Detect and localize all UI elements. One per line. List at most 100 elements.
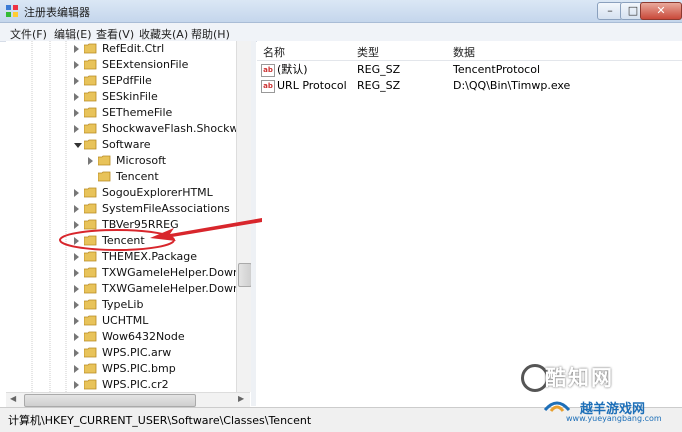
folder-icon — [84, 315, 97, 326]
expand-arrow-icon[interactable] — [74, 45, 79, 53]
tree-node[interactable]: Wow6432Node — [6, 329, 246, 345]
tree-node-label: UCHTML — [102, 314, 149, 327]
expand-arrow-icon[interactable] — [74, 365, 79, 373]
tree-node[interactable]: Microsoft — [6, 153, 246, 169]
menu-help[interactable]: 帮助(H) — [191, 26, 230, 42]
expand-arrow-icon[interactable] — [74, 317, 79, 325]
menu-file[interactable]: 文件(F) — [10, 26, 47, 42]
tree-node[interactable]: ShockwaveFlash.ShockwaveFl — [6, 121, 246, 137]
value-row[interactable]: ab URL Protocol REG_SZ D:\QQ\Bin\Timwp.e… — [257, 78, 682, 94]
vertical-scroll-thumb[interactable] — [238, 263, 252, 287]
tree-vertical-scrollbar[interactable] — [236, 41, 252, 392]
expand-arrow-icon[interactable] — [74, 189, 79, 197]
registry-key-tree[interactable]: RefEdit.Ctrl SEExtensionFile SEPdfFile SESk… — [6, 41, 247, 392]
string-value-icon: ab — [261, 80, 275, 93]
folder-icon — [98, 171, 111, 182]
tree-node-label: ShockwaveFlash.ShockwaveFl — [102, 122, 246, 135]
folder-icon — [84, 235, 97, 246]
tree-node[interactable]: SESkinFile — [6, 89, 246, 105]
pane-splitter[interactable] — [251, 41, 256, 406]
expand-arrow-icon[interactable] — [74, 301, 79, 309]
expand-arrow-icon[interactable] — [74, 61, 79, 69]
tree-node-label: THEMEX.Package — [102, 250, 198, 263]
folder-icon — [84, 379, 97, 390]
horizontal-scroll-thumb[interactable] — [24, 394, 196, 407]
value-data: TencentProtocol — [453, 63, 541, 76]
menu-favorites[interactable]: 收藏夹(A) — [139, 26, 188, 42]
tree-node-label: Tencent — [102, 234, 145, 247]
expand-arrow-icon[interactable] — [74, 253, 79, 261]
tree-node[interactable]: SystemFileAssociations — [6, 201, 246, 217]
tree-node-label: TXWGameIeHelper.Download — [102, 266, 246, 279]
scroll-right-icon[interactable]: ▶ — [238, 394, 244, 403]
tree-node-label: WPS.PIC.arw — [102, 346, 172, 359]
expand-arrow-icon[interactable] — [74, 349, 79, 357]
tree-node-label: TypeLib — [102, 298, 144, 311]
expand-arrow-icon[interactable] — [88, 157, 93, 165]
folder-icon — [84, 363, 97, 374]
tree-node[interactable]: SEThemeFile — [6, 105, 246, 121]
maximize-icon: □ — [627, 4, 639, 17]
tree-node-label: RefEdit.Ctrl — [102, 42, 165, 55]
status-key-path: 计算机\HKEY_CURRENT_USER\Software\Classes\T… — [8, 414, 312, 427]
tree-node-label: SEPdfFile — [102, 74, 152, 87]
expand-arrow-icon[interactable] — [74, 109, 79, 117]
expand-arrow-icon[interactable] — [74, 205, 79, 213]
watermark-brand: 酷知网 — [545, 366, 614, 390]
expand-arrow-icon[interactable] — [74, 381, 79, 389]
collapse-arrow-icon[interactable] — [74, 143, 82, 148]
tree-node[interactable]: Tencent — [6, 233, 246, 249]
folder-icon — [84, 107, 97, 118]
tree-node[interactable]: WPS.PIC.cr2 — [6, 377, 246, 392]
menu-view[interactable]: 查看(V) — [96, 26, 134, 42]
expand-arrow-icon[interactable] — [74, 269, 79, 277]
tree-node[interactable]: WPS.PIC.arw — [6, 345, 246, 361]
expand-arrow-icon[interactable] — [74, 221, 79, 229]
tree-node[interactable]: RefEdit.Ctrl — [6, 41, 246, 57]
column-header-name[interactable]: 名称 — [263, 44, 285, 60]
column-header-type[interactable]: 类型 — [357, 44, 379, 60]
expand-arrow-icon[interactable] — [74, 93, 79, 101]
expand-arrow-icon[interactable] — [74, 237, 79, 245]
menu-edit[interactable]: 编辑(E) — [54, 26, 92, 42]
folder-icon — [84, 139, 97, 150]
tree-node[interactable]: Tencent — [6, 169, 246, 185]
value-type: REG_SZ — [357, 79, 401, 92]
tree-node[interactable]: UCHTML — [6, 313, 246, 329]
tree-node[interactable]: SEPdfFile — [6, 73, 246, 89]
tree-node[interactable]: SogouExplorerHTML — [6, 185, 246, 201]
expand-arrow-icon[interactable] — [74, 285, 79, 293]
folder-icon — [84, 331, 97, 342]
value-type: REG_SZ — [357, 63, 401, 76]
tree-node-label: WPS.PIC.bmp — [102, 362, 176, 375]
tree-node[interactable]: TXWGameIeHelper.Download — [6, 281, 246, 297]
value-row[interactable]: ab (默认) REG_SZ TencentProtocol — [257, 62, 682, 78]
column-header-data[interactable]: 数据 — [453, 44, 475, 60]
string-value-icon: ab — [261, 64, 275, 77]
tree-node[interactable]: TypeLib — [6, 297, 246, 313]
tree-node[interactable]: Software — [6, 137, 246, 153]
tree-node-label: SystemFileAssociations — [102, 202, 230, 215]
tree-node-label: SEThemeFile — [102, 106, 173, 119]
expand-arrow-icon[interactable] — [74, 333, 79, 341]
tree-node[interactable]: SEExtensionFile — [6, 57, 246, 73]
scroll-left-icon[interactable]: ◀ — [10, 394, 16, 403]
expand-arrow-icon[interactable] — [74, 77, 79, 85]
registry-values-list[interactable]: 名称 类型 数据 ab (默认) REG_SZ TencentProtocol … — [257, 41, 682, 406]
value-data: D:\QQ\Bin\Timwp.exe — [453, 79, 571, 92]
tree-node[interactable]: WPS.PIC.bmp — [6, 361, 246, 377]
folder-icon — [84, 283, 97, 294]
close-icon: ✕ — [656, 4, 666, 17]
folder-icon — [84, 219, 97, 230]
tree-node[interactable]: TBVer95RREG — [6, 217, 246, 233]
tree-node-label: TBVer95RREG — [102, 218, 179, 231]
tree-node-label: Microsoft — [116, 154, 167, 167]
folder-icon — [84, 267, 97, 278]
close-button[interactable]: ✕ — [640, 2, 682, 20]
tree-horizontal-scrollbar[interactable]: ◀ ▶ — [6, 392, 250, 407]
window-title: 注册表编辑器 — [24, 6, 90, 19]
tree-node[interactable]: THEMEX.Package — [6, 249, 246, 265]
tree-node-label: TXWGameIeHelper.Download — [102, 282, 246, 295]
tree-node[interactable]: TXWGameIeHelper.Download — [6, 265, 246, 281]
expand-arrow-icon[interactable] — [74, 125, 79, 133]
